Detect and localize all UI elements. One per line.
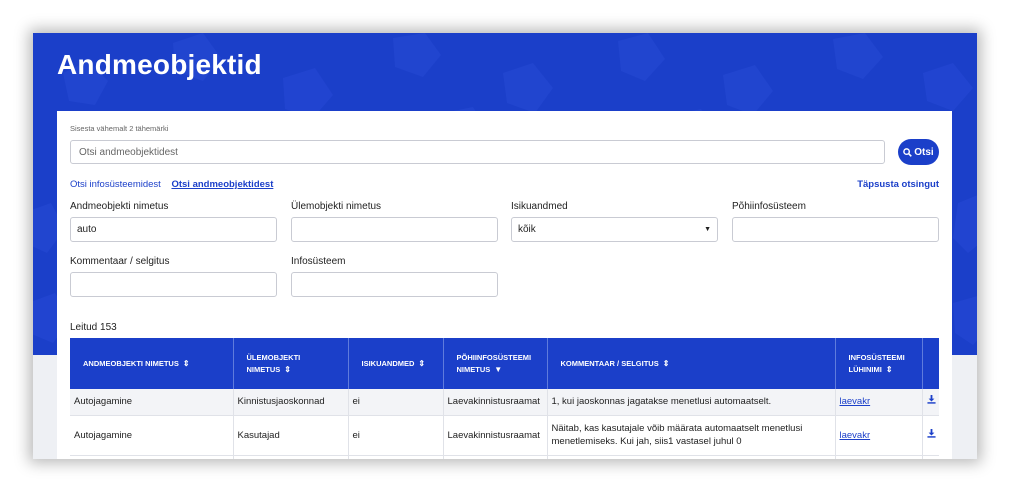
column-header-main-system[interactable]: Põhiinfosüsteemi nimetus ▼	[443, 338, 548, 389]
cell-parent-name: Kinnistusjaoskonnad	[233, 389, 349, 416]
column-header-system-short-name[interactable]: Infosüsteemi lühinimi ⇕	[835, 338, 923, 389]
column-header-comment[interactable]: Kommentaar / selgitus ⇕	[547, 338, 836, 389]
main-system-label: Põhiinfosüsteem	[732, 201, 806, 212]
sort-icon: ⇕	[418, 358, 426, 368]
cell-short-name: laevakr	[835, 389, 923, 416]
object-name-label: Andmeobjekti nimetus	[70, 201, 169, 212]
tab-search-systems[interactable]: Otsi infosüsteemidest	[70, 179, 161, 190]
tab-search-objects[interactable]: Otsi andmeobjektidest	[171, 179, 273, 190]
sort-icon: ⇕	[662, 358, 670, 368]
table-row: Autojagamine Kinnistusjaoskonnad ei Laev…	[70, 389, 939, 416]
refine-search-link[interactable]: Täpsusta otsingut	[857, 179, 939, 190]
search-hint: Sisesta vähemalt 2 tähemärki	[70, 124, 169, 133]
sort-icon: ⇕	[885, 364, 893, 374]
table-header-row: Andmeobjekti nimetus ⇕ Ülemobjekti nimetu…	[70, 338, 939, 389]
system-label: Infosüsteem	[291, 256, 346, 267]
cell-main-system: Laevakinnistusraamat	[443, 415, 548, 456]
cell-object-name: Autojagamine	[70, 415, 234, 456]
cell-personal-data: ei	[348, 415, 444, 456]
system-field[interactable]	[291, 272, 498, 297]
download-icon[interactable]	[926, 395, 936, 404]
search-button-label: Otsi	[914, 146, 934, 158]
column-header-object-name[interactable]: Andmeobjekti nimetus ⇕	[70, 338, 234, 389]
table-row-partial	[70, 455, 939, 459]
cell-parent-name: Kasutajad	[233, 415, 349, 456]
search-scope-tabs: Otsi infosüsteemidest Otsi andmeobjektid…	[70, 179, 281, 190]
cell-personal-data: ei	[348, 389, 444, 416]
cell-comment: Näitab, kas kasutajale võib määrata auto…	[547, 415, 836, 456]
personal-data-select[interactable]: kõik ▼	[511, 217, 718, 242]
search-icon	[903, 147, 913, 157]
system-link[interactable]: laevakr	[840, 430, 871, 441]
comment-field[interactable]	[70, 272, 277, 297]
personal-data-value: kõik	[518, 224, 536, 235]
download-icon[interactable]	[926, 428, 936, 438]
sort-descending-icon: ▼	[494, 364, 503, 374]
page-title: Andmeobjektid	[57, 49, 262, 80]
main-system-field[interactable]	[732, 217, 939, 242]
cell-actions	[922, 389, 939, 416]
object-name-value: auto	[77, 224, 97, 235]
object-name-field[interactable]: auto	[70, 217, 277, 242]
comment-label: Kommentaar / selgitus	[70, 256, 170, 267]
column-header-actions	[922, 338, 939, 389]
table-row: Autojagamine Kasutajad ei Laevakinnistus…	[70, 415, 939, 456]
search-button[interactable]: Otsi	[898, 139, 939, 165]
cell-actions	[922, 415, 939, 456]
column-header-parent-name[interactable]: Ülemobjekti nimetus ⇕	[233, 338, 349, 389]
results-table: Andmeobjekti nimetus ⇕ Ülemobjekti nimetu…	[70, 338, 939, 459]
cell-main-system: Laevakinnistusraamat	[443, 389, 548, 416]
parent-name-label: Ülemobjekti nimetus	[291, 201, 382, 212]
column-header-personal-data[interactable]: Isikuandmed ⇕	[348, 338, 444, 389]
system-link[interactable]: laevakr	[840, 396, 871, 407]
result-count: Leitud 153	[70, 322, 117, 333]
search-panel: Sisesta vähemalt 2 tähemärki Otsi Otsi i…	[57, 111, 952, 459]
search-input[interactable]	[70, 140, 885, 164]
parent-name-field[interactable]	[291, 217, 498, 242]
personal-data-label: Isikuandmed	[511, 201, 568, 212]
sort-icon: ⇕	[284, 364, 291, 374]
browser-viewport: Andmeobjektid Sisesta vähemalt 2 tähemär…	[33, 33, 977, 459]
sort-icon: ⇕	[182, 358, 190, 368]
cell-object-name: Autojagamine	[70, 389, 234, 416]
cell-short-name: laevakr	[835, 415, 923, 456]
chevron-down-icon: ▼	[704, 226, 711, 233]
cell-comment: 1, kui jaoskonnas jagatakse menetlusi au…	[547, 389, 836, 416]
